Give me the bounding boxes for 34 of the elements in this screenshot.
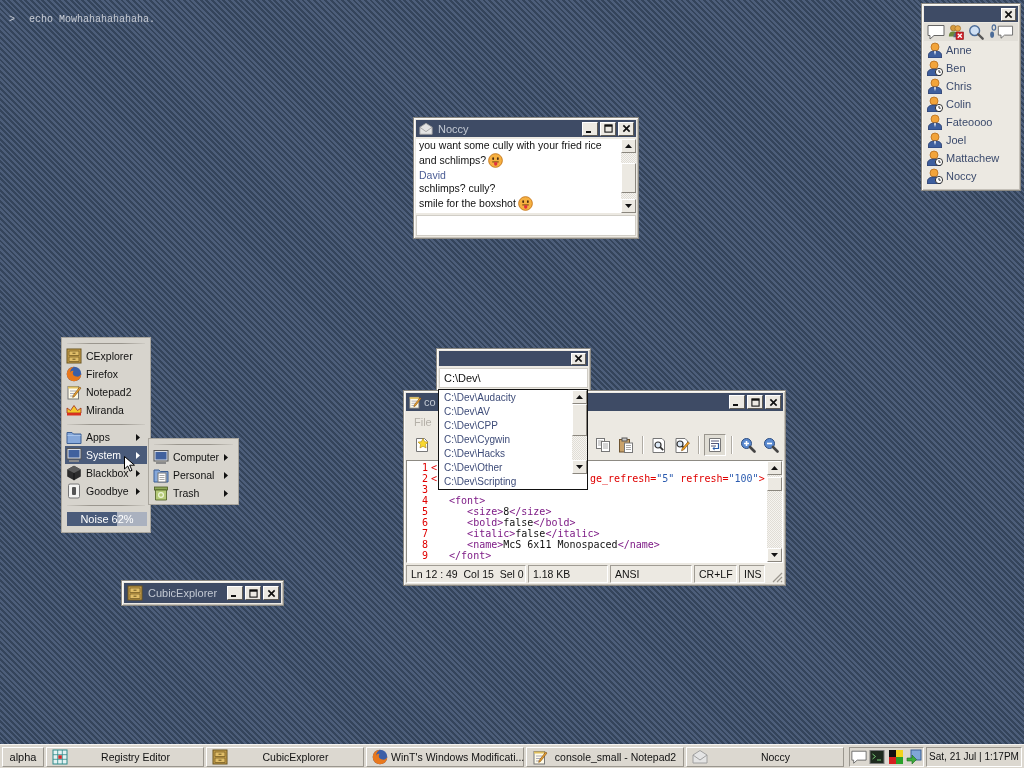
code-text: <size>8</size>: [467, 506, 552, 517]
status-field: Ln 12 : 49 Col 15 Sel 0: [406, 565, 526, 583]
line-number: 2: [420, 473, 428, 484]
line-number: 3: [420, 484, 428, 495]
window-title: Noccy: [438, 122, 469, 135]
window-title: CubicExplorer: [148, 587, 218, 599]
line-number: 4: [420, 495, 428, 506]
line-number: 1: [420, 462, 428, 473]
status-field: 1.18 KB: [528, 565, 608, 583]
code-text: <font>: [449, 495, 486, 506]
status-field: CR+LF: [694, 565, 737, 583]
console-prompt: >: [9, 14, 15, 26]
window-title: co: [424, 396, 436, 408]
code-text: ge_refresh="5" refresh="100">: [590, 473, 765, 484]
clock: Sat, 21 Jul | 1:17PM: [926, 746, 1022, 767]
code-text: <name>McS 6x11 Monospaced</name>: [467, 539, 660, 550]
chat-message: schlimps? cully?: [419, 182, 496, 195]
code-text: <: [431, 473, 438, 484]
line-number: 9: [420, 550, 428, 561]
chat-message: and schlimps?: [419, 154, 487, 167]
code-text: <bold>false</bold>: [467, 517, 576, 528]
code-text: <: [431, 462, 438, 473]
code-text: <italic>false</italic>: [467, 528, 600, 539]
code-text: </font>: [449, 550, 492, 561]
chat-message: smile for the boxshot: [419, 197, 516, 210]
line-number: 7: [420, 528, 428, 539]
chat-message: you want some cully with your fried rice: [419, 139, 602, 152]
line-number: 8: [420, 539, 428, 550]
status-field: INS: [739, 565, 765, 583]
line-number: 6: [420, 517, 428, 528]
sender-name: David: [419, 169, 446, 182]
console-command: echo Mowhahahahahaha.: [29, 14, 156, 26]
status-field: ANSI: [610, 565, 692, 583]
line-number: 5: [420, 506, 428, 517]
